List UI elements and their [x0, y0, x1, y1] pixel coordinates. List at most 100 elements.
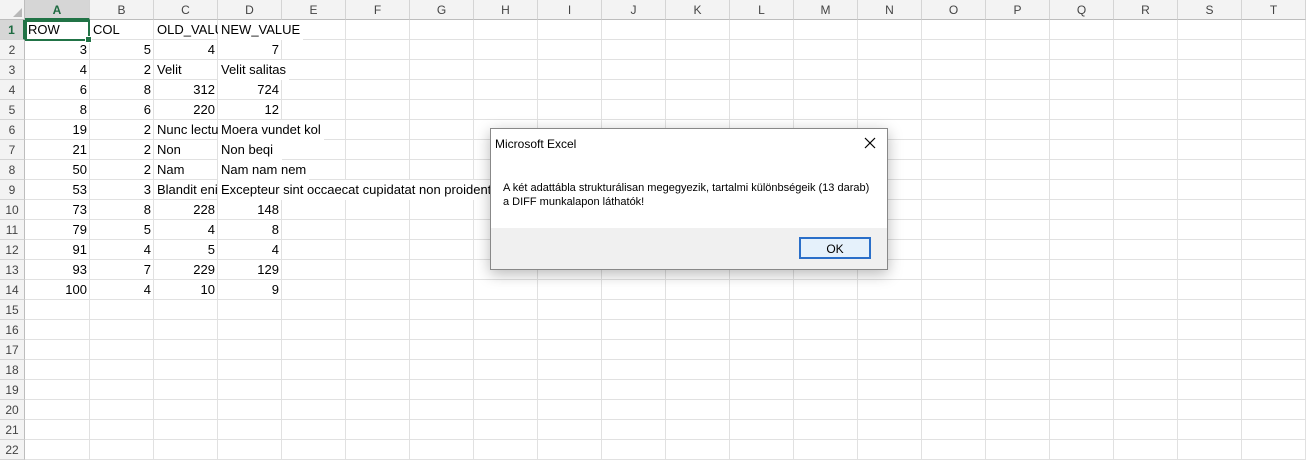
row-header-19[interactable]: 19 [0, 380, 25, 400]
row-header-22[interactable]: 22 [0, 440, 25, 460]
select-all-corner[interactable] [0, 0, 25, 20]
cell-d6[interactable]: Moera vundet kol [218, 120, 324, 140]
cell-d9[interactable]: Excepteur sint occaecat cupidatat non pr… [218, 180, 495, 200]
cell-a9[interactable]: 53 [25, 180, 90, 200]
column-header-r[interactable]: R [1114, 0, 1178, 20]
cell-d3[interactable]: Velit salitas [218, 60, 290, 80]
row-header-6[interactable]: 6 [0, 120, 25, 140]
cell-a2[interactable]: 3 [25, 40, 90, 60]
cell-a4[interactable]: 6 [25, 80, 90, 100]
cell-a3[interactable]: 4 [25, 60, 90, 80]
row-header-17[interactable]: 17 [0, 340, 25, 360]
cell-b3[interactable]: 2 [90, 60, 154, 80]
cell-c7[interactable]: Non [154, 140, 218, 160]
cell-a10[interactable]: 73 [25, 200, 90, 220]
row-header-5[interactable]: 5 [0, 100, 25, 120]
row-header-15[interactable]: 15 [0, 300, 25, 320]
cell-c14[interactable]: 10 [154, 280, 218, 300]
cell-c13[interactable]: 229 [154, 260, 218, 280]
row-header-12[interactable]: 12 [0, 240, 25, 260]
row-header-3[interactable]: 3 [0, 60, 25, 80]
cell-b12[interactable]: 4 [90, 240, 154, 260]
column-header-q[interactable]: Q [1050, 0, 1114, 20]
row-header-14[interactable]: 14 [0, 280, 25, 300]
cell-b11[interactable]: 5 [90, 220, 154, 240]
row-header-16[interactable]: 16 [0, 320, 25, 340]
row-header-4[interactable]: 4 [0, 80, 25, 100]
column-header-k[interactable]: K [666, 0, 730, 20]
column-header-o[interactable]: O [922, 0, 986, 20]
cell-c5[interactable]: 220 [154, 100, 218, 120]
cell-d11[interactable]: 8 [218, 220, 282, 240]
cell-c2[interactable]: 4 [154, 40, 218, 60]
column-header-t[interactable]: T [1242, 0, 1306, 20]
cell-b14[interactable]: 4 [90, 280, 154, 300]
row-header-18[interactable]: 18 [0, 360, 25, 380]
cell-a6[interactable]: 19 [25, 120, 90, 140]
cell-b4[interactable]: 8 [90, 80, 154, 100]
column-header-h[interactable]: H [474, 0, 538, 20]
row-header-20[interactable]: 20 [0, 400, 25, 420]
cell-d10[interactable]: 148 [218, 200, 282, 220]
cell-d12[interactable]: 4 [218, 240, 282, 260]
row-header-11[interactable]: 11 [0, 220, 25, 240]
cell-c11[interactable]: 4 [154, 220, 218, 240]
cell-d14[interactable]: 9 [218, 280, 282, 300]
cell-b2[interactable]: 5 [90, 40, 154, 60]
column-header-p[interactable]: P [986, 0, 1050, 20]
cell-d13[interactable]: 129 [218, 260, 282, 280]
cell-a11[interactable]: 79 [25, 220, 90, 240]
cell-d1[interactable]: NEW_VALUE [218, 20, 304, 40]
column-header-s[interactable]: S [1178, 0, 1242, 20]
cell-d8[interactable]: Nam nam nem [218, 160, 310, 180]
cell-a8[interactable]: 50 [25, 160, 90, 180]
cell-b8[interactable]: 2 [90, 160, 154, 180]
cell-a13[interactable]: 93 [25, 260, 90, 280]
cell-d7[interactable]: Non beqi [218, 140, 282, 160]
cell-c9[interactable]: Blandit enim [154, 180, 218, 200]
column-header-m[interactable]: M [794, 0, 858, 20]
cell-a12[interactable]: 91 [25, 240, 90, 260]
column-header-i[interactable]: I [538, 0, 602, 20]
row-header-7[interactable]: 7 [0, 140, 25, 160]
row-header-9[interactable]: 9 [0, 180, 25, 200]
column-header-a[interactable]: A [25, 0, 90, 20]
cell-c8[interactable]: Nam [154, 160, 218, 180]
cell-d4[interactable]: 724 [218, 80, 282, 100]
row-header-13[interactable]: 13 [0, 260, 25, 280]
column-header-n[interactable]: N [858, 0, 922, 20]
cell-a7[interactable]: 21 [25, 140, 90, 160]
ok-button[interactable]: OK [799, 237, 871, 259]
column-header-c[interactable]: C [154, 0, 218, 20]
row-header-8[interactable]: 8 [0, 160, 25, 180]
cell-c6[interactable]: Nunc lectus [154, 120, 218, 140]
cell-c3[interactable]: Velit [154, 60, 218, 80]
cell-b1[interactable]: COL [90, 20, 154, 40]
cell-b13[interactable]: 7 [90, 260, 154, 280]
cell-c12[interactable]: 5 [154, 240, 218, 260]
column-header-j[interactable]: J [602, 0, 666, 20]
cell-a5[interactable]: 8 [25, 100, 90, 120]
cell-d5[interactable]: 12 [218, 100, 282, 120]
cell-c1[interactable]: OLD_VALUE [154, 20, 218, 40]
column-header-f[interactable]: F [346, 0, 410, 20]
column-header-l[interactable]: L [730, 0, 794, 20]
cell-b7[interactable]: 2 [90, 140, 154, 160]
row-header-10[interactable]: 10 [0, 200, 25, 220]
row-header-21[interactable]: 21 [0, 420, 25, 440]
cell-a14[interactable]: 100 [25, 280, 90, 300]
cell-c10[interactable]: 228 [154, 200, 218, 220]
cell-b6[interactable]: 2 [90, 120, 154, 140]
cell-b10[interactable]: 8 [90, 200, 154, 220]
cell-c4[interactable]: 312 [154, 80, 218, 100]
cell-d2[interactable]: 7 [218, 40, 282, 60]
row-header-1[interactable]: 1 [0, 20, 25, 40]
column-header-g[interactable]: G [410, 0, 474, 20]
cell-b9[interactable]: 3 [90, 180, 154, 200]
column-header-d[interactable]: D [218, 0, 282, 20]
column-header-e[interactable]: E [282, 0, 346, 20]
row-header-2[interactable]: 2 [0, 40, 25, 60]
cell-b5[interactable]: 6 [90, 100, 154, 120]
dialog-close-button[interactable] [853, 129, 887, 157]
column-header-b[interactable]: B [90, 0, 154, 20]
